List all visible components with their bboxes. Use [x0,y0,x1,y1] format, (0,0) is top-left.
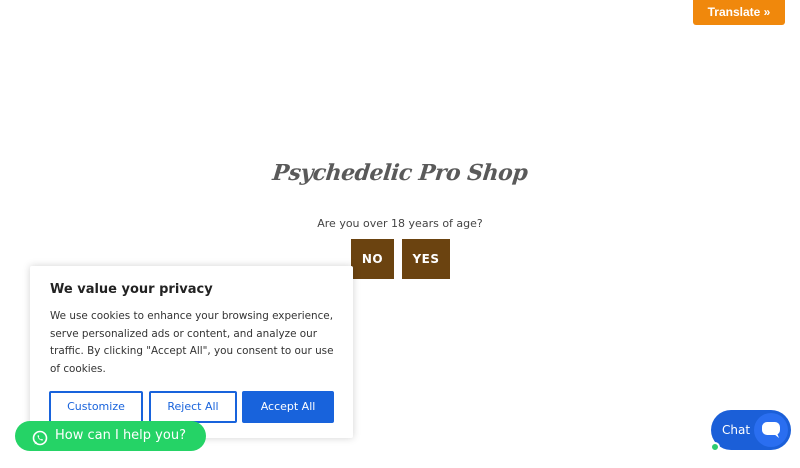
whatsapp-icon [32,428,48,446]
whatsapp-help-button[interactable]: How can I help you? [15,421,206,451]
age-yes-button[interactable]: YES [402,239,450,279]
customize-button[interactable]: Customize [49,391,143,423]
cookie-title: We value your privacy [50,282,213,297]
whatsapp-label: How can I help you? [55,428,186,443]
chat-bubble-icon [754,413,788,447]
chat-widget-button[interactable]: Chat [710,410,791,452]
translate-button[interactable]: Translate » [693,0,785,25]
site-logo: Psychedelic Pro Shop [271,160,529,186]
age-no-button[interactable]: NO [351,239,394,279]
cookie-description: We use cookies to enhance your browsing … [50,310,334,375]
accept-all-button[interactable]: Accept All [242,391,334,423]
cookie-consent-banner: We value your privacy We use cookies to … [30,266,353,438]
online-status-indicator [710,442,720,452]
chat-label: Chat [722,423,751,437]
reject-all-button[interactable]: Reject All [149,391,237,423]
age-question: Are you over 18 years of age? [317,217,483,230]
